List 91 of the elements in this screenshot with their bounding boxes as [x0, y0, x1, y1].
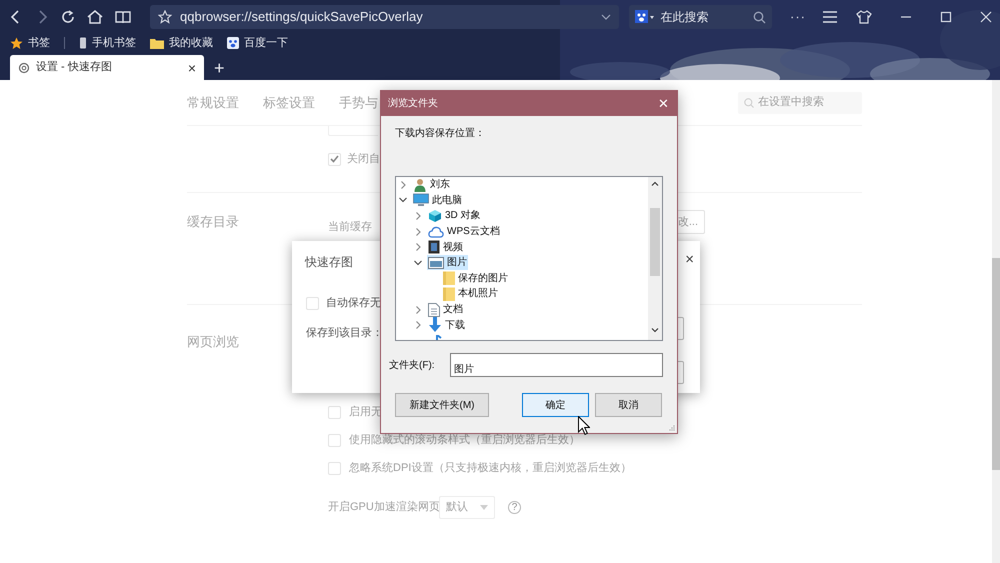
bookmark-link[interactable]: 书签 — [28, 34, 50, 52]
maximize-icon[interactable] — [940, 11, 952, 23]
setting-label: 当前缓存 — [328, 221, 372, 233]
tree-item[interactable]: 3D 对象 — [427, 208, 482, 224]
checkbox[interactable] — [328, 462, 341, 475]
tree-item[interactable]: 下载 — [427, 318, 466, 333]
phone-icon[interactable] — [79, 37, 87, 49]
checkbox[interactable] — [328, 152, 341, 166]
dialog-title: 快速存图 — [305, 254, 353, 271]
resize-grip-icon — [669, 425, 675, 431]
bookmark-link[interactable]: 百度一下 — [244, 34, 288, 52]
bookmark-link[interactable]: 我的收藏 — [169, 34, 213, 52]
book-icon[interactable] — [114, 9, 132, 25]
setting-label: 开启GPU加速渲染网页 — [328, 500, 439, 516]
paw-icon[interactable] — [227, 37, 239, 49]
new-tab-button[interactable]: + — [214, 59, 225, 80]
menu-icon[interactable] — [822, 10, 838, 24]
window-title: 浏览文件夹 — [388, 96, 438, 111]
tree-item[interactable]: WPS云文档 — [427, 224, 501, 240]
tree-item[interactable]: 本机照片 — [442, 286, 499, 302]
chevron-down-icon[interactable] — [399, 196, 407, 204]
search-icon[interactable] — [753, 10, 766, 24]
tab-title: 设置 - 快速存图 — [36, 60, 113, 76]
scroll-up-icon[interactable] — [651, 181, 659, 186]
refresh-icon[interactable] — [60, 9, 76, 25]
folder-icon[interactable] — [150, 38, 164, 48]
cursor-icon — [578, 416, 590, 435]
home-icon[interactable] — [86, 9, 104, 25]
section-heading: 网页浏览 — [187, 334, 239, 349]
monitor-icon — [413, 193, 429, 208]
chevron-right-icon[interactable] — [414, 212, 422, 220]
dropdown-value: 默认 — [446, 500, 469, 516]
chevron-down-icon[interactable] — [414, 258, 422, 267]
chevron-right-icon[interactable] — [414, 228, 422, 236]
close-button[interactable]: × — [685, 252, 694, 266]
close-icon[interactable] — [980, 11, 992, 23]
scroll-down-icon[interactable] — [651, 328, 659, 333]
dialog-button[interactable]: 取消 — [595, 393, 662, 417]
bookmark-link[interactable]: 手机书签 — [92, 34, 136, 52]
document-icon — [428, 302, 440, 317]
paw-icon[interactable] — [635, 10, 656, 24]
input-field[interactable]: 图片 — [450, 353, 663, 377]
scrollbar[interactable] — [992, 80, 1000, 563]
film-icon — [428, 240, 440, 254]
dialog-button[interactable]: 新建文件夹(M) — [395, 393, 489, 417]
person-icon — [413, 178, 427, 192]
cube-icon — [428, 208, 442, 223]
browser-tab[interactable]: 设置 - 快速存图 × — [10, 55, 204, 80]
tree-item[interactable]: 此电脑 — [412, 192, 463, 208]
checkbox-label: 忽略系统DPI设置（只支持极速内核，重启浏览器后生效） — [349, 460, 632, 476]
gear-icon — [18, 62, 30, 74]
chevron-right-icon[interactable] — [399, 180, 407, 189]
address-text: qqbrowser://settings/quickSavePicOverlay — [180, 8, 424, 26]
field-label: 文件夹(F): — [389, 358, 436, 372]
tree-item[interactable]: 保存的图片 — [442, 270, 509, 286]
search-icon — [744, 98, 754, 108]
checkbox-label: 关闭自 — [347, 152, 380, 167]
checkbox[interactable] — [306, 296, 319, 310]
folder-icon — [443, 271, 455, 286]
search-placeholder: 在此搜索 — [660, 9, 710, 26]
shirt-icon[interactable] — [856, 10, 872, 24]
checkbox[interactable] — [328, 434, 341, 447]
folder-icon — [443, 286, 455, 301]
tree-item[interactable]: 视频 — [427, 240, 464, 255]
chevron-right-icon[interactable] — [414, 321, 422, 330]
dialog-button[interactable]: 确定 — [522, 393, 589, 417]
section-heading: 缓存目录 — [187, 213, 240, 231]
tree-item[interactable]: 刘东 — [412, 177, 451, 192]
checkbox-label: 使用隐藏式的滚动条样式（重启浏览器后生效） — [349, 433, 580, 448]
tree-item[interactable]: 图片 — [427, 255, 468, 270]
tab-close-button[interactable]: × — [188, 60, 196, 74]
checkbox[interactable] — [328, 406, 341, 419]
more-menu[interactable]: ··· — [790, 7, 806, 27]
chevron-right-icon[interactable] — [414, 306, 422, 314]
tree-item[interactable]: 文档 — [427, 302, 464, 318]
address-bar[interactable]: qqbrowser://settings/quickSavePicOverlay — [150, 5, 620, 29]
prompt-text: 下载内容保存位置： — [395, 126, 485, 141]
close-button[interactable]: ✕ — [658, 97, 669, 110]
chevron-right-icon[interactable] — [414, 243, 422, 252]
caret-icon — [480, 505, 488, 510]
cloud-icon — [428, 226, 444, 238]
image-icon — [428, 256, 444, 269]
caret-icon[interactable] — [601, 14, 612, 20]
search-field[interactable]: 在此搜索 — [629, 5, 772, 29]
star-icon[interactable] — [158, 10, 172, 24]
star-icon[interactable] — [10, 36, 23, 50]
scrollbar[interactable] — [648, 177, 662, 340]
search-placeholder: 在设置中搜索 — [758, 94, 824, 110]
setting-label: 保存到该目录： — [306, 326, 383, 340]
field-value: 图片 — [454, 364, 474, 375]
down-arrow-icon — [428, 317, 442, 334]
